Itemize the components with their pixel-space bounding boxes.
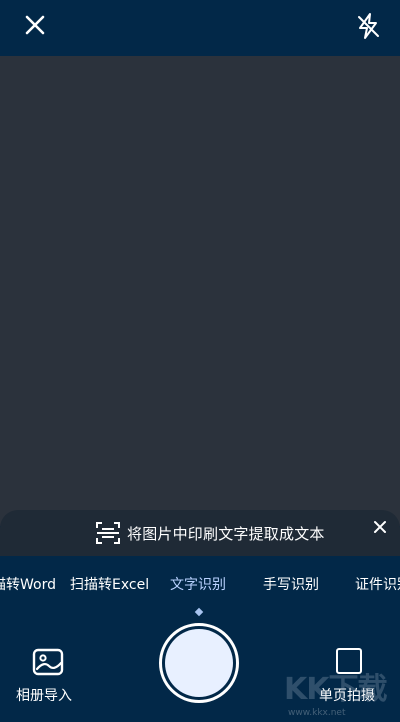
hint-banner: 将图片中印刷文字提取成文本 — [0, 510, 400, 556]
mode-handwriting-recognition[interactable]: 手写识别 — [263, 574, 319, 594]
top-bar — [0, 0, 400, 56]
mode-scan-to-word[interactable]: 描转Word — [0, 574, 56, 594]
close-icon[interactable] — [20, 10, 50, 40]
hint-text: 将图片中印刷文字提取成文本 — [127, 524, 325, 543]
mode-id-recognition[interactable]: 证件识别 — [355, 574, 400, 594]
camera-screen: 将图片中印刷文字提取成文本 描转Word 扫描转Excel 文字识别 手写识别 … — [0, 0, 400, 722]
shutter-button[interactable] — [159, 623, 239, 703]
mode-text-recognition[interactable]: 文字识别 — [170, 574, 226, 594]
single-page-label: 单页拍摄 — [319, 688, 375, 704]
gallery-import-label: 相册导入 — [16, 688, 72, 704]
image-icon — [32, 648, 64, 676]
square-icon — [336, 648, 362, 674]
gallery-import-button[interactable]: 相册导入 — [14, 645, 82, 705]
single-page-button[interactable]: 单页拍摄 — [316, 645, 386, 705]
mode-scan-to-excel[interactable]: 扫描转Excel — [70, 574, 149, 594]
hint-close-icon[interactable] — [371, 518, 389, 536]
camera-viewfinder[interactable] — [0, 56, 400, 526]
mode-selector: 描转Word 扫描转Excel 文字识别 手写识别 证件识别 — [0, 566, 400, 600]
scan-text-icon — [96, 522, 120, 544]
shutter-inner — [165, 629, 233, 697]
flash-off-icon[interactable] — [352, 10, 384, 42]
